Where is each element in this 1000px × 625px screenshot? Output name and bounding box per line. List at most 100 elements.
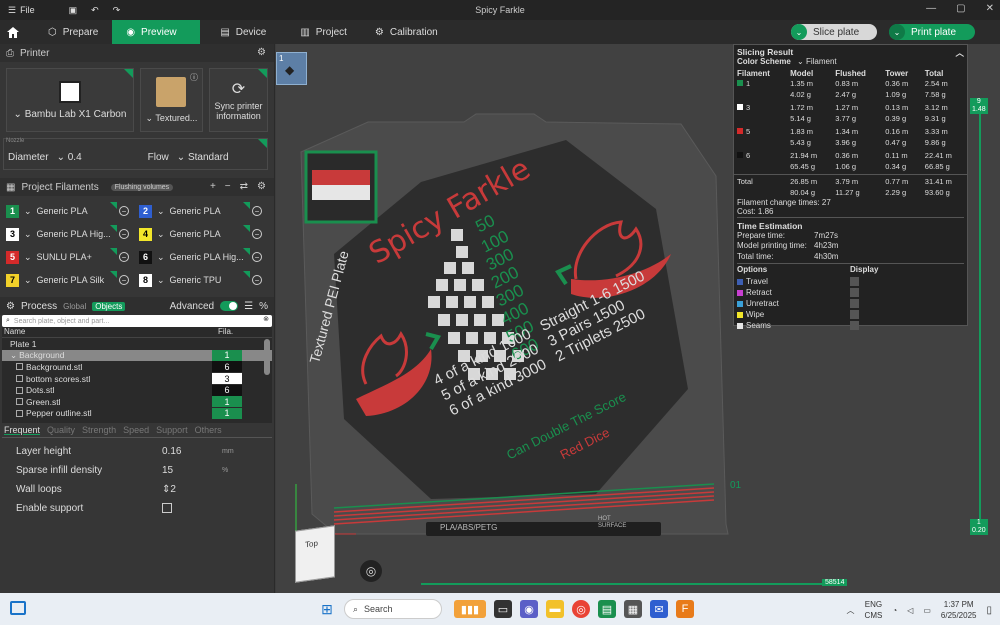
display-checkbox[interactable] (850, 299, 859, 308)
language-indicator[interactable]: ENG CMS (865, 599, 883, 621)
layer-top-label[interactable]: 9 1.48 (970, 98, 988, 114)
global-tab[interactable]: Global (63, 302, 86, 311)
collapse-icon[interactable]: ︿ (955, 47, 964, 58)
remove-filament-icon[interactable]: − (252, 252, 262, 262)
chevron-down-icon[interactable]: ⌄ (889, 24, 905, 40)
plate-selector[interactable]: ⌄ Textured... ⓘ (139, 68, 203, 132)
chevron-up-icon[interactable]: ︿ (847, 605, 855, 616)
clear-icon[interactable]: ⊗ (263, 315, 269, 323)
moves-slider-label[interactable]: 58514 (822, 579, 848, 586)
remove-filament-icon[interactable]: − (119, 252, 129, 262)
tree-row[interactable]: Pepper outline.stl 1 (2, 407, 272, 420)
remove-filament-icon[interactable]: − (119, 229, 129, 239)
fila-badge[interactable]: 1 (212, 349, 242, 361)
setting-value[interactable]: ⇕2 (162, 484, 176, 495)
wifi-icon[interactable]: ◔ (892, 606, 897, 615)
fit-view-button[interactable]: ◎ (360, 560, 382, 582)
remove-filament-icon[interactable]: − (252, 229, 262, 239)
printer-selector[interactable]: ⌄ Bambu Lab X1 Carbon (6, 68, 134, 132)
objects-tab[interactable]: Objects (92, 301, 126, 311)
filament-slot[interactable]: 7 ⌄ Generic PLA Silk − (6, 271, 135, 289)
settings-tab[interactable]: Others (195, 425, 222, 435)
home-button[interactable] (0, 20, 26, 44)
info-icon[interactable]: ⓘ (190, 72, 198, 83)
filament-slot[interactable]: 4 ⌄ Generic PLA − (139, 225, 268, 243)
slice-plate-button[interactable]: ⌄ Slice plate (791, 24, 877, 40)
tree-row[interactable]: Green.stl 1 (2, 396, 272, 408)
bambu-studio-icon[interactable]: F (676, 600, 694, 618)
filament-slot[interactable]: 3 ⌄ Generic PLA Hig... − (6, 225, 135, 243)
list-icon[interactable]: ☰ (244, 301, 253, 312)
settings-tab[interactable]: Frequent (4, 425, 40, 435)
display-checkbox[interactable] (850, 288, 859, 297)
layer-bottom-label[interactable]: 1 0.20 (970, 519, 988, 535)
enable-support-checkbox[interactable] (162, 503, 172, 513)
display-checkbox[interactable] (850, 277, 859, 286)
sheets-icon[interactable]: ▤ (598, 600, 616, 618)
settings-tab[interactable]: Strength (82, 425, 116, 435)
notification-icon[interactable]: ▯ (986, 605, 992, 616)
folder-icon[interactable]: ▬ (546, 600, 564, 618)
remove-filament-icon[interactable]: − (252, 206, 262, 216)
filament-color-swatch[interactable]: 1 (6, 204, 19, 218)
tab-prepare[interactable]: ⬡ Prepare (34, 20, 112, 44)
tab-preview[interactable]: ◉ Preview (112, 20, 201, 44)
fila-badge[interactable]: 1 (212, 407, 242, 419)
object-search[interactable]: ⌕ Search plate, object and part... ⊗ (2, 315, 272, 327)
setting-value[interactable]: 0.16 (162, 446, 181, 457)
gear-icon[interactable]: ⚙ (257, 47, 266, 58)
minimize-icon[interactable]: — (926, 3, 936, 14)
filament-slot[interactable]: 1 ⌄ Generic PLA − (6, 202, 135, 220)
speaker-icon[interactable]: ◁ (907, 606, 913, 615)
display-checkbox[interactable] (850, 321, 859, 330)
remove-filament-icon[interactable]: − (119, 206, 129, 216)
filament-color-swatch[interactable]: 2 (139, 204, 152, 218)
color-scheme-select[interactable]: ⌄ Filament (797, 57, 837, 66)
plus-icon[interactable]: + (210, 181, 216, 192)
widgets-icon[interactable] (10, 601, 26, 615)
tab-project[interactable]: ▥ Project (286, 20, 361, 44)
minus-icon[interactable]: − (225, 181, 231, 192)
remove-filament-icon[interactable]: − (252, 275, 262, 285)
diameter-select[interactable]: ⌄ 0.4 (57, 152, 82, 163)
gear-icon[interactable]: ⚙ (257, 181, 266, 192)
fila-badge[interactable]: 3 (212, 373, 242, 385)
clock[interactable]: 1:37 PM 6/25/2025 (941, 599, 977, 621)
taskbar-search[interactable]: ⌕ Search (344, 599, 442, 619)
battery-icon[interactable]: ▭ (923, 606, 931, 615)
maximize-icon[interactable]: ▢ (956, 3, 965, 14)
remove-filament-icon[interactable]: − (119, 275, 129, 285)
fila-badge[interactable]: 6 (212, 384, 242, 396)
sync-printer-button[interactable]: ⟳ Sync printer information (208, 68, 268, 132)
tree-scrollbar[interactable] (264, 339, 270, 375)
tree-row[interactable]: Background.stl 6 (2, 361, 272, 373)
filament-color-swatch[interactable]: 4 (139, 227, 152, 241)
flow-select[interactable]: ⌄ Standard (177, 152, 229, 163)
settings-tab[interactable]: Speed (123, 425, 149, 435)
filament-slot[interactable]: 8 ⌄ Generic TPU − (139, 271, 268, 289)
filament-color-swatch[interactable]: 5 (6, 250, 19, 264)
close-icon[interactable]: ✕ (986, 3, 994, 14)
fila-badge[interactable]: 6 (212, 361, 242, 373)
percent-icon[interactable]: % (259, 301, 268, 312)
filament-color-swatch[interactable]: 7 (6, 273, 19, 287)
filament-color-swatch[interactable]: 8 (139, 273, 152, 287)
settings-tab[interactable]: Support (156, 425, 188, 435)
filament-color-swatch[interactable]: 6 (139, 250, 152, 264)
view-cube[interactable]: Top (295, 525, 335, 583)
calculator-icon[interactable]: ▦ (624, 600, 642, 618)
teams-icon[interactable]: ◉ (520, 600, 538, 618)
chevron-down-icon[interactable]: ⌄ (791, 24, 807, 40)
filament-slot[interactable]: 6 ⌄ Generic PLA Hig... − (139, 248, 268, 266)
chrome-icon[interactable]: ◎ (572, 600, 590, 618)
display-checkbox[interactable] (850, 310, 859, 319)
filament-slot[interactable]: 2 ⌄ Generic PLA − (139, 202, 268, 220)
setting-value[interactable]: 15 (162, 465, 173, 476)
settings-tab[interactable]: Quality (47, 425, 75, 435)
sync-filament-icon[interactable]: ⇄ (240, 181, 248, 192)
fila-badge[interactable]: 1 (212, 396, 242, 408)
filament-color-swatch[interactable]: 3 (6, 227, 19, 241)
tree-row[interactable]: Dots.stl 6 (2, 384, 272, 396)
outlook-icon[interactable]: ✉ (650, 600, 668, 618)
print-plate-button[interactable]: ⌄ Print plate (889, 24, 975, 40)
